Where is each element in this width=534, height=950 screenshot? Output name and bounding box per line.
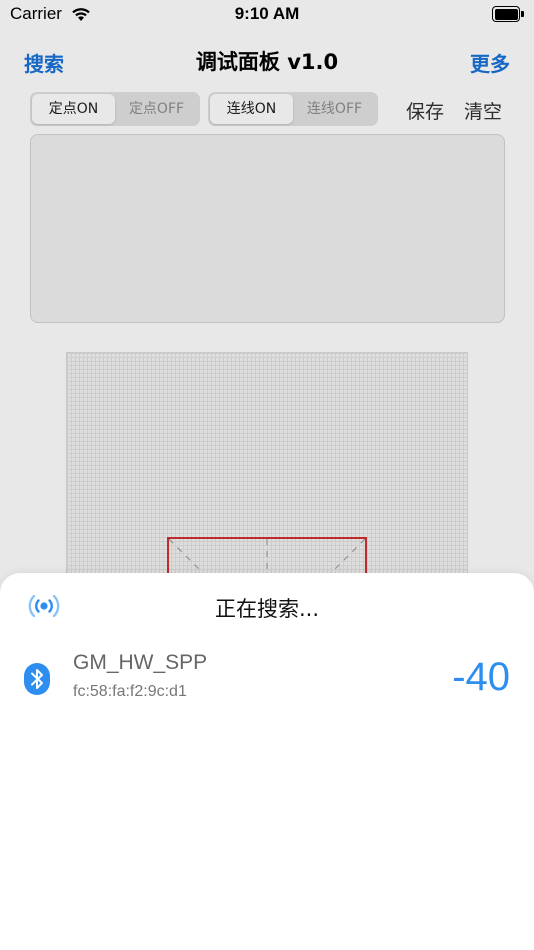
device-mac-address: fc:58:fa:f2:9c:d1 [73,683,187,700]
bluetooth-icon [24,663,50,695]
device-name: GM_HW_SPP [73,651,208,674]
device-list-item[interactable]: GM_HW_SPP fc:58:fa:f2:9c:d1 -40 [0,643,534,713]
sheet-title: 正在搜索... [214,597,320,621]
device-rssi: -40 [452,655,510,699]
device-search-sheet: 正在搜索... GM_HW_SPP fc:58:fa:f2:9c:d1 -40 [0,573,534,950]
